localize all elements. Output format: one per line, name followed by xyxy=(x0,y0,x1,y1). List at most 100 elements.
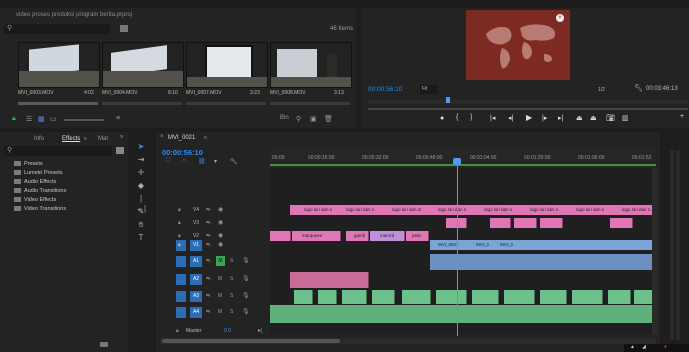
icon-view-icon[interactable]: ▦ xyxy=(38,115,45,123)
monitor-timecode[interactable]: 00:00:56:10 xyxy=(368,86,402,93)
comparison-view-icon[interactable]: ▥ xyxy=(622,114,629,122)
effects-search-input[interactable]: ⚲ xyxy=(4,146,112,156)
clip[interactable] xyxy=(490,218,511,228)
eye-icon[interactable]: ◉ xyxy=(218,206,223,213)
audio-clip[interactable] xyxy=(290,272,369,288)
sync-lock-icon[interactable]: ⇆ xyxy=(206,258,210,264)
effects-folder-audio-effects[interactable]: Audio Effects xyxy=(14,178,56,187)
lift-icon[interactable]: ⏏︎ xyxy=(576,114,583,122)
clip[interactable]: logo lori dan sr xyxy=(382,205,429,215)
timeline-playhead[interactable] xyxy=(457,160,458,336)
audio-clip[interactable] xyxy=(608,290,631,304)
clip[interactable]: marqueee xyxy=(292,231,341,241)
clip[interactable]: MVI_0 xyxy=(466,240,495,250)
audio-clip[interactable] xyxy=(430,254,653,270)
clip[interactable] xyxy=(572,240,613,250)
lock-icon[interactable]: 🔒︎ xyxy=(178,233,181,239)
go-to-end-icon[interactable]: ▸| xyxy=(258,327,263,334)
clip[interactable]: peta xyxy=(406,231,429,241)
mute-button[interactable]: M xyxy=(218,276,222,282)
solo-button[interactable]: S xyxy=(230,276,233,282)
mute-button[interactable]: M xyxy=(218,293,222,299)
effects-folder-video-transitions[interactable]: Video Transitions xyxy=(14,205,66,214)
master-value[interactable]: 0.0 xyxy=(224,328,231,334)
source-patch-a2[interactable] xyxy=(176,274,186,285)
mic-icon[interactable]: 🎙︎ xyxy=(242,292,250,299)
source-patch-a3[interactable] xyxy=(176,291,186,302)
timeline-horizontal-scrollbar[interactable] xyxy=(160,338,656,344)
audio-clip[interactable] xyxy=(318,290,337,304)
clip[interactable] xyxy=(520,240,547,250)
fit-dropdown[interactable]: Fit xyxy=(420,85,438,94)
audio-clip[interactable] xyxy=(372,290,395,304)
clip-thumbnail[interactable] xyxy=(270,42,352,88)
sync-lock-icon[interactable]: ⇆ xyxy=(206,309,210,315)
effects-folder-presets[interactable]: Presets xyxy=(14,160,43,169)
hand-tool-icon[interactable]: ✋︎ xyxy=(136,220,146,230)
tab-markers[interactable]: Mar xyxy=(98,134,108,144)
clip[interactable]: marred xyxy=(370,231,405,241)
new-item-icon[interactable] xyxy=(100,342,108,347)
clip-thumbnail[interactable] xyxy=(102,42,184,88)
audio-clip[interactable] xyxy=(270,305,653,323)
nest-icon[interactable]: ⛶ xyxy=(166,158,170,165)
sync-lock-icon[interactable]: ⇆ xyxy=(206,242,210,248)
add-button-icon[interactable]: + xyxy=(680,113,684,120)
mark-in-icon[interactable]: { xyxy=(456,114,458,121)
eye-icon[interactable]: ◉ xyxy=(218,241,223,248)
lock-icon[interactable]: 🔒︎ xyxy=(12,115,16,123)
mute-button[interactable]: M xyxy=(216,256,225,266)
audio-clip[interactable] xyxy=(294,290,313,304)
clip[interactable] xyxy=(270,231,291,241)
volume-icon[interactable]: ◢ xyxy=(642,344,646,350)
linked-selection-icon[interactable]: ⛓︎ xyxy=(198,158,206,165)
go-to-in-icon[interactable]: |◂ xyxy=(490,114,495,122)
clip[interactable] xyxy=(610,218,633,228)
new-item-icon[interactable]: ▣ xyxy=(310,115,317,123)
lock-icon[interactable]: 🔒︎ xyxy=(176,328,179,334)
source-patch-a4[interactable] xyxy=(176,307,186,318)
effects-folder-audio-transitions[interactable]: Audio Transitions xyxy=(14,187,66,196)
marker-icon[interactable]: ● xyxy=(440,115,444,122)
monitor-zoom-bar[interactable] xyxy=(368,108,688,110)
overflow-icon[interactable]: » xyxy=(120,134,123,140)
audio-clip[interactable] xyxy=(504,290,535,304)
tab-menu-icon[interactable]: ≡ xyxy=(84,136,87,142)
type-tool-icon[interactable]: T xyxy=(136,233,146,243)
clip[interactable]: logo lori dan s xyxy=(290,205,337,215)
lock-icon[interactable]: 🔒︎ xyxy=(178,220,181,226)
clip[interactable]: MVI_0021 xyxy=(430,240,467,250)
ripple-edit-tool-icon[interactable]: ✛ xyxy=(136,168,146,178)
sequence-tab[interactable]: MVI_0021 xyxy=(168,133,195,143)
freeform-view-icon[interactable]: ▭ xyxy=(50,115,57,123)
sort-icon[interactable]: ≡ xyxy=(116,115,120,122)
slip-tool-icon[interactable]: |↔| xyxy=(136,194,146,213)
scroll-thumb[interactable] xyxy=(162,339,340,343)
new-bin-icon[interactable] xyxy=(120,25,128,32)
clip[interactable] xyxy=(540,218,563,228)
track-select-tool-icon[interactable]: ⇥ xyxy=(136,155,146,165)
mark-out-icon[interactable]: } xyxy=(470,114,472,121)
tab-info[interactable]: Info xyxy=(34,134,44,144)
go-to-out-icon[interactable]: ▸| xyxy=(558,114,563,122)
new-bin-icon[interactable] xyxy=(116,147,124,154)
audio-clip[interactable] xyxy=(342,290,367,304)
audio-clip[interactable] xyxy=(402,290,431,304)
solo-button[interactable]: S xyxy=(230,309,233,315)
clip[interactable]: logo lori dan s xyxy=(612,205,653,215)
bin-icon[interactable]: Bin xyxy=(280,115,289,121)
search-field[interactable]: ⚲ xyxy=(4,24,110,34)
effects-folder-video-effects[interactable]: Video Effects xyxy=(14,196,56,205)
work-area-bar[interactable] xyxy=(270,164,656,166)
timeline-timecode[interactable]: 00:00:56:10 xyxy=(162,148,203,157)
clip[interactable] xyxy=(546,240,573,250)
step-forward-icon[interactable]: |▸ xyxy=(542,114,547,122)
eye-icon[interactable]: ◉ xyxy=(218,232,223,239)
extract-icon[interactable]: ⏏︎ xyxy=(590,114,597,122)
audio-clip[interactable] xyxy=(540,290,567,304)
playhead-handle[interactable] xyxy=(453,158,461,165)
clip-thumbnail[interactable] xyxy=(186,42,268,88)
monitor-playhead[interactable] xyxy=(446,97,450,103)
clip[interactable]: MVI_0 xyxy=(494,240,521,250)
effects-folder-lumetri-presets[interactable]: Lumetri Presets xyxy=(14,169,63,178)
